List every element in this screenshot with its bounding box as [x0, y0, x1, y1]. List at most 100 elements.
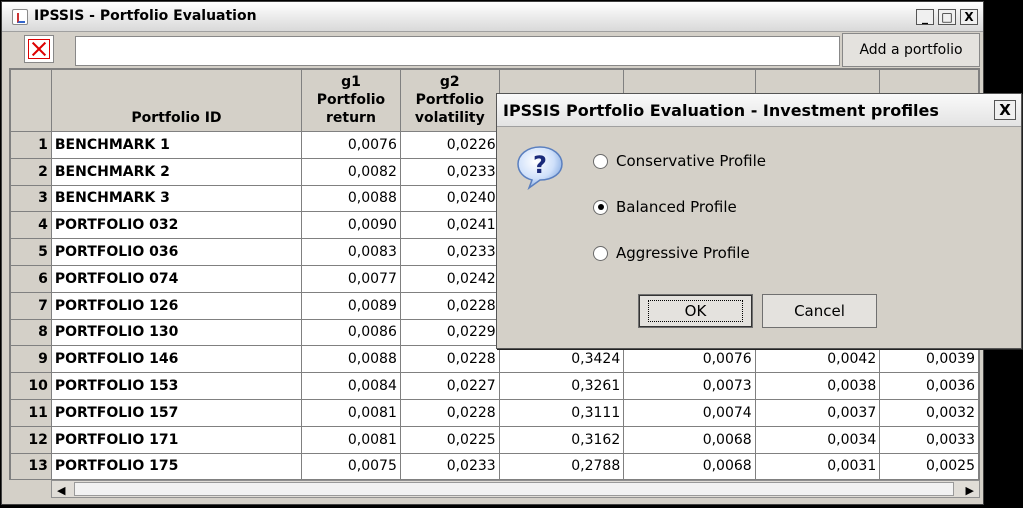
dialog-close-button[interactable]: X [994, 100, 1016, 120]
g6-cell[interactable]: 0,0039 [879, 345, 979, 374]
portfolio-id-cell[interactable]: PORTFOLIO 126 [50, 291, 303, 320]
g2-cell[interactable]: 0,0240 [399, 184, 500, 213]
row-number: 8 [10, 318, 52, 347]
g2-cell[interactable]: 0,0233 [399, 452, 500, 479]
cancel-button[interactable]: Cancel [762, 294, 877, 328]
g1-cell[interactable]: 0,0082 [301, 157, 401, 186]
g1-cell[interactable]: 0,0081 [301, 398, 401, 427]
g1-cell[interactable]: 0,0089 [301, 291, 401, 320]
g5-cell[interactable]: 0,0034 [754, 425, 881, 454]
portfolio-id-cell[interactable]: BENCHMARK 1 [50, 131, 303, 159]
g5-cell[interactable]: 0,0031 [754, 452, 881, 479]
portfolio-id-cell[interactable]: PORTFOLIO 130 [50, 318, 303, 347]
dialog-title: IPSSIS Portfolio Evaluation - Investment… [503, 101, 939, 120]
g5-cell[interactable]: 0,0042 [754, 345, 881, 374]
ok-button[interactable]: OK [638, 294, 753, 328]
g1-cell[interactable]: 0,0081 [301, 425, 401, 454]
dialog-title-bar[interactable]: IPSSIS Portfolio Evaluation - Investment… [497, 94, 1021, 127]
header-portfolio-id[interactable]: Portfolio ID [50, 69, 303, 132]
add-portfolio-button[interactable]: Add a portfolio [842, 33, 980, 67]
g1-cell[interactable]: 0,0086 [301, 318, 401, 347]
table-row[interactable]: 12 PORTFOLIO 171 0,0081 0,0225 0,3162 0,0068 0… [10, 425, 979, 454]
portfolio-id-cell[interactable]: PORTFOLIO 175 [50, 452, 303, 479]
portfolio-name-input[interactable] [75, 36, 840, 66]
row-number: 9 [10, 345, 52, 374]
g1-cell[interactable]: 0,0075 [301, 452, 401, 479]
table-row[interactable]: 9 PORTFOLIO 146 0,0088 0,0228 0,3424 0,0076 0,… [10, 345, 979, 374]
row-number: 10 [10, 372, 52, 400]
table-row[interactable]: 10 PORTFOLIO 153 0,0084 0,0227 0,3261 0,0073 0… [10, 372, 979, 400]
g2-cell[interactable]: 0,0226 [399, 131, 500, 159]
g2-cell[interactable]: 0,0225 [399, 425, 500, 454]
scroll-right-icon[interactable]: ▶ [966, 484, 974, 497]
portfolio-id-cell[interactable]: PORTFOLIO 032 [50, 211, 303, 240]
portfolio-id-cell[interactable]: PORTFOLIO 036 [50, 238, 303, 266]
investment-profiles-dialog: IPSSIS Portfolio Evaluation - Investment… [496, 93, 1022, 349]
g1-cell[interactable]: 0,0084 [301, 372, 401, 400]
portfolio-id-cell[interactable]: PORTFOLIO 146 [50, 345, 303, 374]
toolbar: Add a portfolio [2, 33, 983, 69]
g6-cell[interactable]: 0,0036 [879, 372, 979, 400]
g5-cell[interactable]: 0,0038 [754, 372, 881, 400]
row-number: 11 [10, 398, 52, 427]
g4-cell[interactable]: 0,0076 [623, 345, 756, 374]
g2-cell[interactable]: 0,0233 [399, 238, 500, 266]
ok-button-label: OK [647, 300, 744, 322]
g4-cell[interactable]: 0,0073 [623, 372, 756, 400]
portfolio-id-cell[interactable]: PORTFOLIO 074 [50, 264, 303, 293]
g4-cell[interactable]: 0,0074 [623, 398, 756, 427]
header-g2[interactable]: g2 Portfolio volatility [399, 69, 500, 132]
profile-option-balanced[interactable]: Balanced Profile [593, 198, 737, 216]
radio-button[interactable] [593, 153, 608, 169]
portfolio-id-cell[interactable]: PORTFOLIO 157 [50, 398, 303, 427]
g1-cell[interactable]: 0,0090 [301, 211, 401, 240]
scrollbar-thumb[interactable] [74, 482, 954, 496]
g3-cell[interactable]: 0,3111 [498, 398, 625, 427]
g3-cell[interactable]: 0,3424 [498, 345, 625, 374]
g1-cell[interactable]: 0,0076 [301, 131, 401, 159]
close-button[interactable]: X [960, 9, 978, 25]
row-number: 2 [10, 157, 52, 186]
horizontal-scrollbar[interactable]: ◀ ▶ [51, 480, 980, 498]
portfolio-id-cell[interactable]: BENCHMARK 2 [50, 157, 303, 186]
title-bar[interactable]: IPSSIS - Portfolio Evaluation _ □ X [2, 2, 983, 32]
radio-button[interactable] [593, 245, 608, 261]
scroll-left-icon[interactable]: ◀ [57, 484, 65, 497]
table-row[interactable]: 11 PORTFOLIO 157 0,0081 0,0228 0,3111 0,0074 0… [10, 398, 979, 427]
g1-cell[interactable]: 0,0083 [301, 238, 401, 266]
g2-cell[interactable]: 0,0228 [399, 398, 500, 427]
g4-cell[interactable]: 0,0068 [623, 425, 756, 454]
portfolio-id-cell[interactable]: PORTFOLIO 171 [50, 425, 303, 454]
header-g1[interactable]: g1 Portfolio return [301, 69, 401, 132]
g6-cell[interactable]: 0,0033 [879, 425, 979, 454]
g2-cell[interactable]: 0,0228 [399, 345, 500, 374]
portfolio-id-cell[interactable]: PORTFOLIO 153 [50, 372, 303, 400]
g2-cell[interactable]: 0,0242 [399, 264, 500, 293]
maximize-button[interactable]: □ [938, 9, 956, 25]
svg-text:?: ? [533, 151, 547, 179]
g1-cell[interactable]: 0,0088 [301, 345, 401, 374]
g4-cell[interactable]: 0,0068 [623, 452, 756, 479]
g6-cell[interactable]: 0,0032 [879, 398, 979, 427]
radio-button[interactable] [593, 199, 608, 215]
delete-portfolio-button[interactable] [24, 35, 54, 63]
java-app-icon [12, 9, 28, 25]
g2-cell[interactable]: 0,0241 [399, 211, 500, 240]
g6-cell[interactable]: 0,0025 [879, 452, 979, 479]
g3-cell[interactable]: 0,2788 [498, 452, 625, 479]
g3-cell[interactable]: 0,3261 [498, 372, 625, 400]
profile-option-conservative[interactable]: Conservative Profile [593, 152, 766, 170]
radio-label: Aggressive Profile [616, 244, 750, 262]
g1-cell[interactable]: 0,0077 [301, 264, 401, 293]
g2-cell[interactable]: 0,0227 [399, 372, 500, 400]
g2-cell[interactable]: 0,0229 [399, 318, 500, 347]
minimize-button[interactable]: _ [916, 9, 934, 25]
g5-cell[interactable]: 0,0037 [754, 398, 881, 427]
portfolio-id-cell[interactable]: BENCHMARK 3 [50, 184, 303, 213]
g2-cell[interactable]: 0,0228 [399, 291, 500, 320]
table-row[interactable]: 13 PORTFOLIO 175 0,0075 0,0233 0,2788 0,0068 0… [10, 452, 979, 479]
g1-cell[interactable]: 0,0088 [301, 184, 401, 213]
profile-option-aggressive[interactable]: Aggressive Profile [593, 244, 750, 262]
g2-cell[interactable]: 0,0233 [399, 157, 500, 186]
g3-cell[interactable]: 0,3162 [498, 425, 625, 454]
